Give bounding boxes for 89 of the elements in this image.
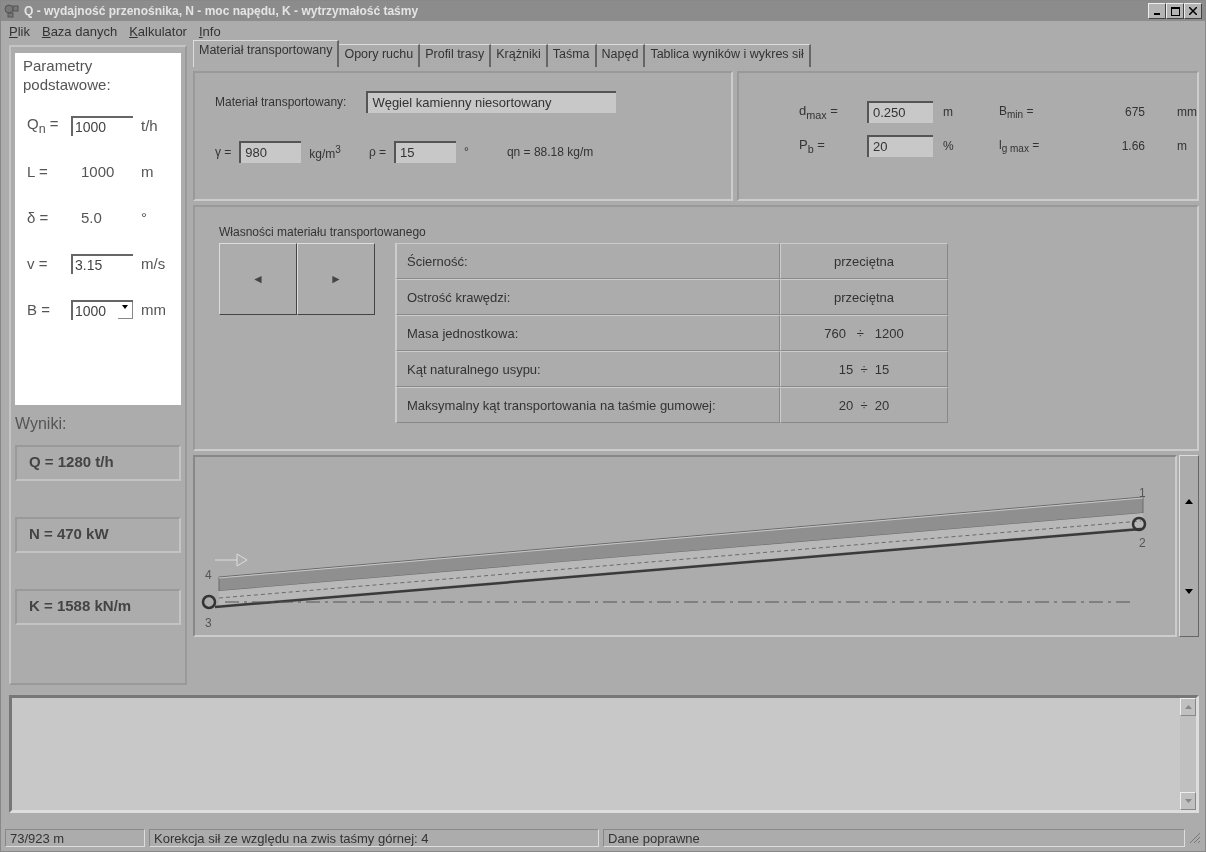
computed-value: 675 [1123, 105, 1145, 119]
unit-label: m/s [141, 255, 166, 272]
parameter-label: L = [27, 163, 49, 180]
unit-label: m [1176, 139, 1187, 153]
navigation-button[interactable]: ◄ [219, 243, 297, 315]
log-area[interactable] [9, 695, 1199, 813]
node-label: 2 [1139, 536, 1146, 550]
parameter-label: Q$_{n}$ = [27, 115, 60, 136]
node-label: 4 [205, 568, 212, 582]
unit-label: ° [141, 209, 147, 226]
parameter-label: v = [27, 255, 49, 272]
parameter-value: 1000 [80, 163, 116, 180]
result-value: N = 470 kW [15, 517, 181, 553]
unit-label: m [942, 105, 954, 119]
menu-item[interactable]: Info [198, 23, 221, 39]
input-field[interactable]: 15 [394, 141, 457, 163]
maximize-icon [1170, 6, 1180, 16]
table-cell: 20 ÷ 20 [780, 387, 948, 423]
input-field[interactable]: 20 [867, 135, 933, 157]
tab[interactable]: Opory ruchu [339, 44, 421, 67]
panel-title: Własności materiału transportowanego [219, 225, 427, 239]
table-cell: przeciętna [780, 279, 948, 315]
table-cell: 15 ÷ 15 [780, 351, 948, 387]
field-label: B$_{min}$ = [999, 103, 1035, 121]
menu-item[interactable]: Kalkulator [129, 23, 187, 39]
unit-label: kg/m$^{3}$ [309, 143, 341, 161]
status-text: 73/923 m [5, 829, 145, 847]
menu-item[interactable]: Plik [9, 23, 30, 39]
resize-grip-icon [1189, 832, 1201, 844]
unit-label: % [942, 139, 955, 153]
section-title: Wyniki: [15, 415, 68, 433]
table-cell: przeciętna [780, 243, 948, 279]
close-icon [1189, 7, 1197, 15]
minimize-button[interactable] [1148, 3, 1166, 19]
table-cell: Masa jednostkowa: [396, 315, 780, 351]
close-button[interactable] [1184, 3, 1202, 19]
unit-label: ° [464, 145, 469, 159]
input-field[interactable]: 980 [239, 141, 302, 163]
unit-label: t/h [141, 117, 158, 134]
status-text: Korekcja sił ze względu na zwis taśmy górnej: 4 [149, 829, 599, 847]
tab[interactable]: Napęd [596, 44, 646, 67]
window-title: Q - wydajność przenośnika, N - moc napędu, K - wytrzymałość taśmy [24, 4, 420, 18]
field-label: d$_{max}$ = [799, 103, 839, 121]
tab[interactable]: Profil trasy [420, 44, 492, 67]
menu-item[interactable]: Baza danych [41, 23, 118, 39]
dropdown-arrow-icon [118, 302, 133, 319]
table-cell: Ścierność: [396, 243, 780, 279]
table-cell: Maksymalny kąt transportowania na taśmie gumowej: [396, 387, 780, 423]
tab[interactable]: Taśma [547, 44, 597, 67]
node-label: 3 [205, 616, 212, 630]
result-value: Q = 1280 t/h [15, 445, 181, 481]
up-arrow-icon [1184, 705, 1192, 709]
panel-title: Parametry podstawowe: [23, 57, 112, 95]
table-cell: Kąt naturalnego usypu: [396, 351, 780, 387]
parameter-value: 5.0 [80, 209, 103, 226]
input-field[interactable]: 3.15 [71, 253, 133, 274]
up-arrow-icon [1185, 498, 1193, 504]
down-arrow-icon [1184, 799, 1192, 803]
result-value: K = 1588 kN/m [15, 589, 181, 625]
table-cell: 760 ÷ 1200 [780, 315, 948, 351]
field-label: Materiał transportowany: [215, 95, 347, 109]
table-cell: Ostrość krawędzi: [396, 279, 780, 315]
input-field[interactable]: 0.250 [867, 101, 933, 123]
scrollbar[interactable] [1179, 455, 1199, 637]
field-label: γ = [215, 145, 232, 159]
dropdown[interactable]: 1000 [71, 299, 133, 320]
down-arrow-icon [1185, 588, 1193, 594]
tab[interactable]: Tablica wyników i wykres sił [645, 44, 811, 67]
field-label: P$_{b}$ = [799, 137, 826, 155]
direction-arrow [214, 553, 248, 567]
input-field[interactable]: Węgiel kamienny niesortowany [366, 91, 617, 113]
tab[interactable]: Materiał transportowany [193, 40, 340, 67]
field-label: ρ = [368, 145, 387, 159]
unit-label: mm [141, 301, 166, 318]
app-icon [4, 4, 20, 18]
parameter-label: B = [27, 301, 51, 318]
node-label: 1 [1139, 486, 1146, 500]
parameter-label: δ = [27, 209, 50, 226]
scrollbar[interactable] [1180, 698, 1196, 810]
status-text: Dane poprawne [603, 829, 1185, 847]
unit-label: mm [1176, 105, 1197, 119]
computed-value: 1.66 [1120, 139, 1145, 153]
computed-value: qn = 88.18 kg/m [506, 145, 594, 159]
input-field[interactable]: 1000 [71, 115, 133, 136]
tab[interactable]: Krążniki [491, 44, 548, 67]
field-label: l$_{g max}$ = [999, 137, 1041, 155]
maximize-button[interactable] [1166, 3, 1184, 19]
unit-label: m [141, 163, 154, 180]
navigation-button[interactable]: ► [297, 243, 375, 315]
